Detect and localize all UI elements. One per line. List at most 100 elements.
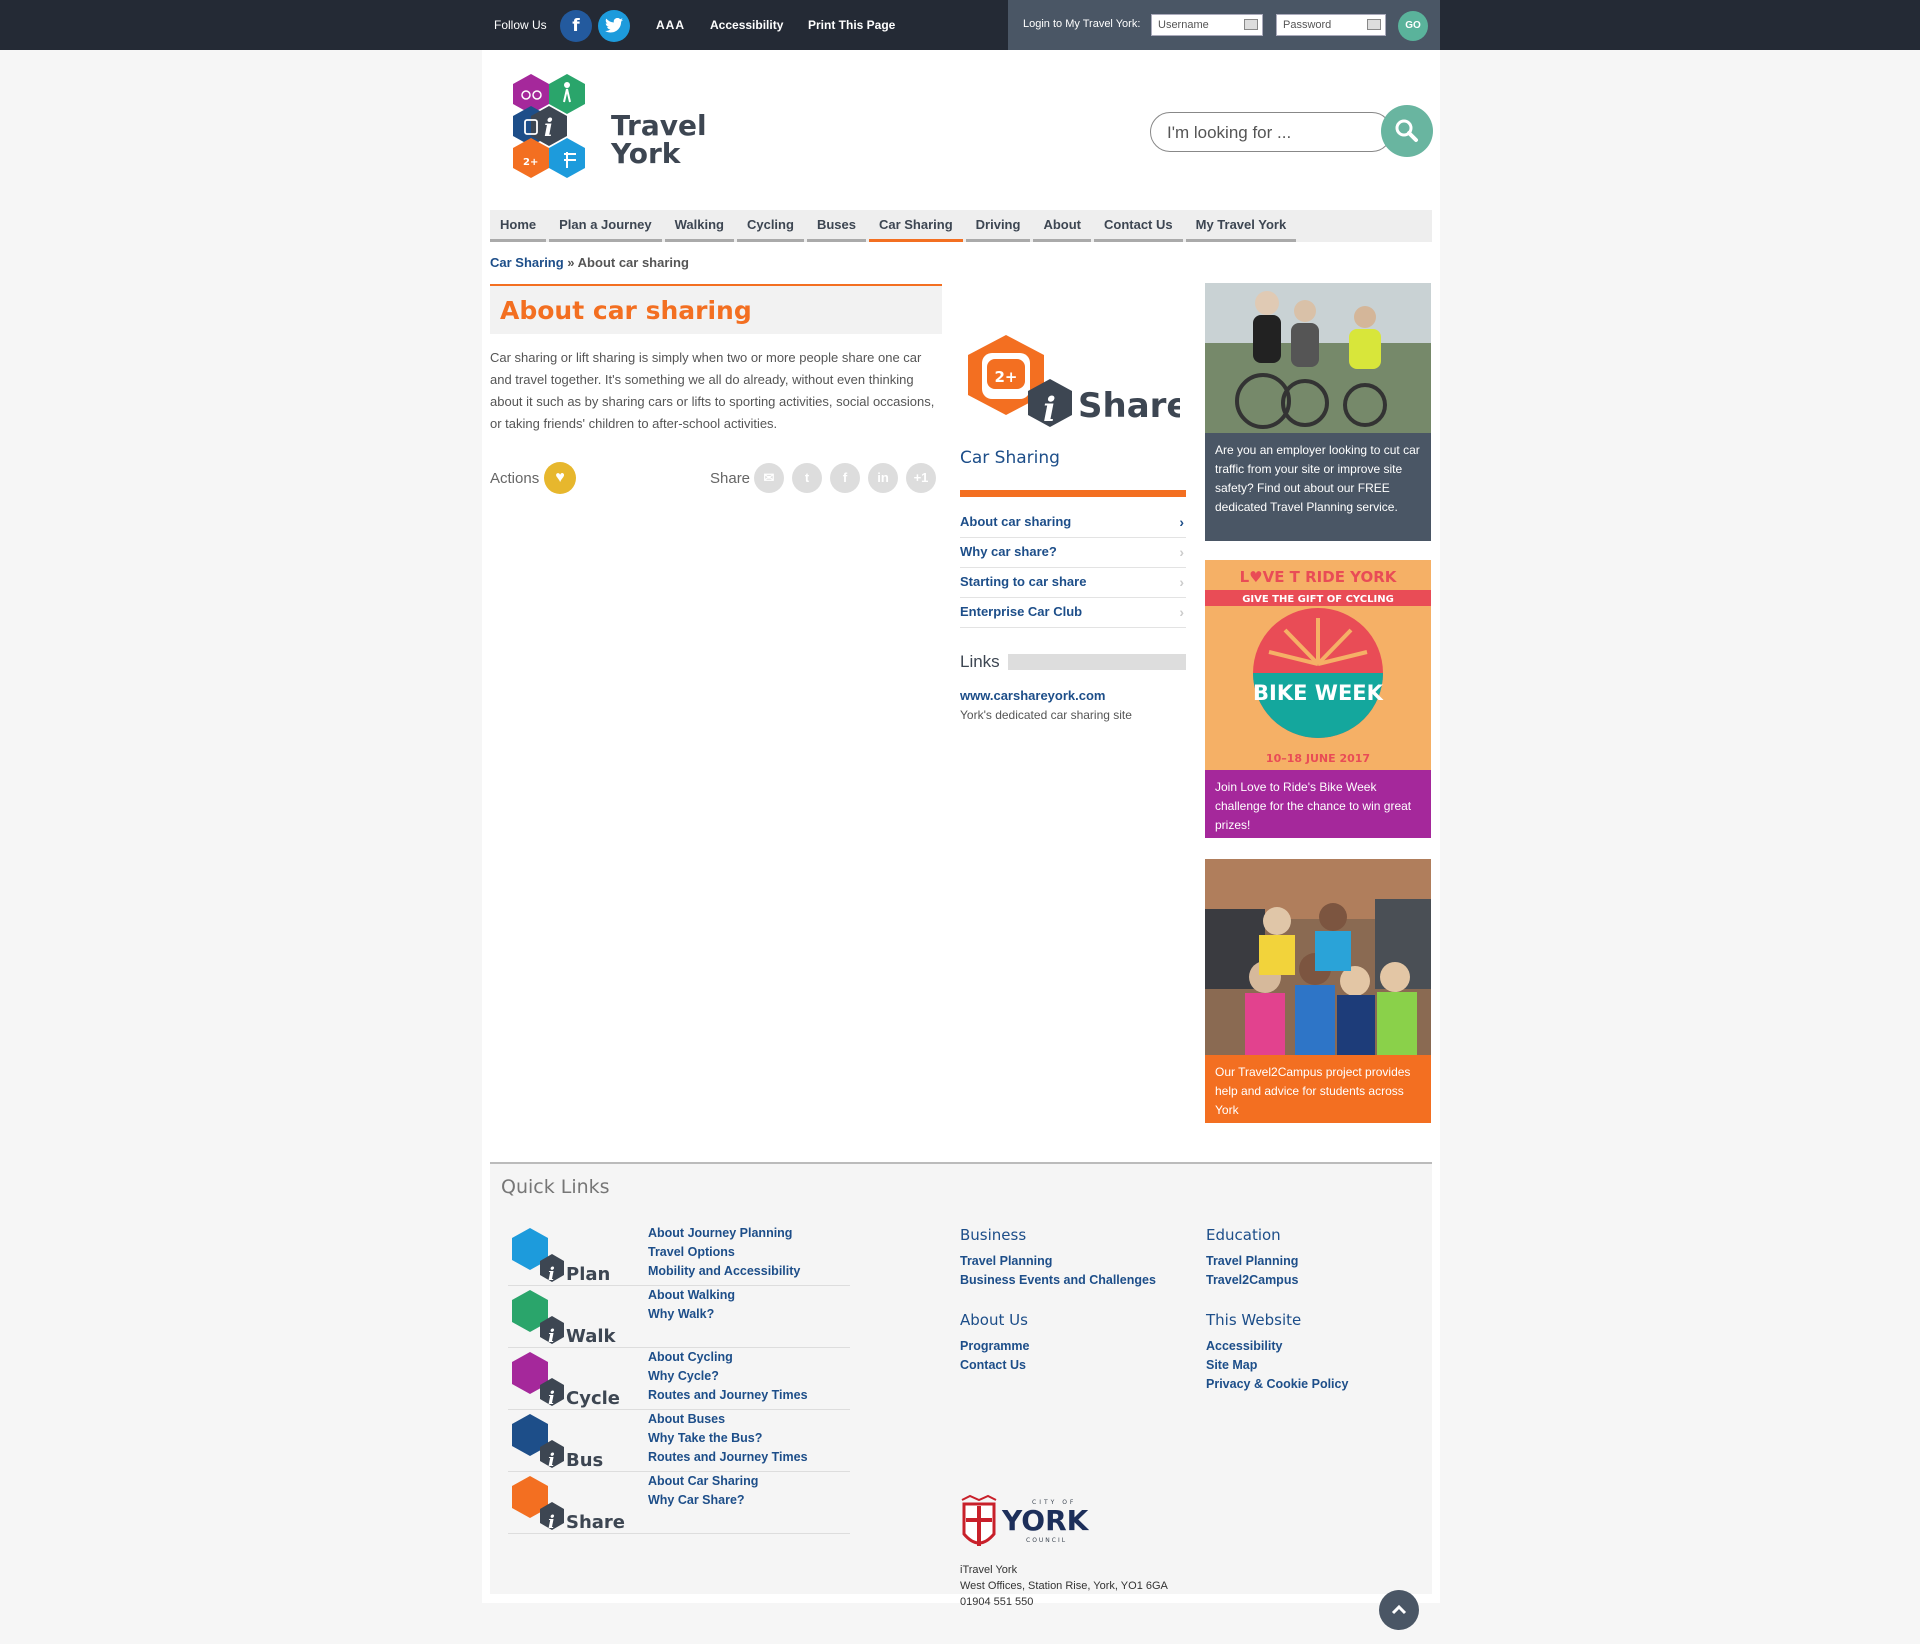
svg-text:i: i: [548, 1326, 555, 1347]
chevron-right-icon: ›: [1179, 604, 1184, 620]
footer-link[interactable]: Travel Planning: [1206, 1252, 1298, 1271]
svg-text:i: i: [548, 1264, 555, 1285]
education-links: Travel Planning Travel2Campus: [1206, 1252, 1298, 1290]
promo-bike-week[interactable]: L♥VE T RIDE YORK GIVE THE GIFT OF CYCLIN…: [1205, 560, 1431, 838]
footer-link[interactable]: Accessibility: [1206, 1337, 1348, 1356]
footer-link[interactable]: Programme: [960, 1337, 1029, 1356]
email-share-icon[interactable]: ✉: [754, 463, 784, 493]
chevron-up-icon: [1391, 1604, 1407, 1615]
quick-link[interactable]: Routes and Journey Times: [648, 1386, 808, 1405]
quick-link[interactable]: About Car Sharing: [648, 1472, 758, 1491]
nav-item-cycling[interactable]: Cycling: [736, 210, 804, 242]
quick-link[interactable]: Routes and Journey Times: [648, 1448, 808, 1467]
page-title: About car sharing: [500, 296, 752, 325]
search-icon: [1395, 119, 1418, 142]
svg-text:YORK: YORK: [1001, 1504, 1090, 1537]
business-links: Travel Planning Business Events and Chal…: [960, 1252, 1156, 1290]
hexagon-logo-icon: i 2+: [513, 74, 585, 178]
quick-link[interactable]: Mobility and Accessibility: [648, 1262, 800, 1281]
nav-item-buses[interactable]: Buses: [806, 210, 866, 242]
promo-caption: Join Love to Ride's Bike Week challenge …: [1205, 770, 1431, 838]
nav-item-car-sharing[interactable]: Car Sharing: [868, 210, 963, 242]
side-nav-item[interactable]: Why car share? ›: [960, 538, 1186, 568]
twitter-icon[interactable]: [598, 10, 630, 42]
text-size-control[interactable]: AAA: [656, 18, 685, 32]
quick-links-group-plan: i Plan About Journey Planning Travel Option…: [508, 1224, 850, 1286]
facebook-icon[interactable]: f: [560, 10, 592, 42]
footer-link[interactable]: Travel Planning: [960, 1252, 1156, 1271]
iwalk-logo-icon: i Walk: [512, 1290, 617, 1347]
share-label: Share: [710, 470, 751, 487]
nav-item-contact-us[interactable]: Contact Us: [1094, 210, 1183, 242]
quick-links-group-share: i Share About Car Sharing Why Car Share?: [508, 1472, 850, 1534]
top-bar-inner: Follow Us f AAA Accessibility Print This…: [490, 0, 1440, 50]
quick-link[interactable]: Travel Options: [648, 1243, 800, 1262]
ishare-logo: 2+ i Share: [964, 333, 1189, 436]
business-heading: Business: [960, 1226, 1027, 1244]
itravel-york-logo[interactable]: i 2+ Travel York: [506, 72, 707, 184]
nav-item-home[interactable]: Home: [490, 210, 547, 242]
quick-link[interactable]: About Journey Planning: [648, 1224, 800, 1243]
svg-text:i: i: [548, 1388, 555, 1409]
nav-item-about[interactable]: About: [1033, 210, 1091, 242]
accessibility-link[interactable]: Accessibility: [710, 18, 783, 32]
nav-item-plan-a-journey[interactable]: Plan a Journey: [549, 210, 662, 242]
side-nav-item[interactable]: Starting to car share ›: [960, 568, 1186, 598]
quick-link[interactable]: Why Walk?: [648, 1305, 735, 1324]
svg-text:i: i: [548, 1450, 555, 1471]
ishare-logo-icon: 2+ i Share: [968, 335, 1189, 430]
quick-link[interactable]: Why Take the Bus?: [648, 1429, 808, 1448]
login-go-button[interactable]: GO: [1398, 11, 1428, 41]
quick-link[interactable]: About Walking: [648, 1286, 735, 1305]
promo-travel-planning[interactable]: Are you an employer looking to cut car t…: [1205, 283, 1431, 541]
print-page-link[interactable]: Print This Page: [808, 18, 895, 32]
carshare-york-link[interactable]: www.carshareyork.com: [960, 688, 1105, 703]
city-of-york-council-logo[interactable]: CITY OF YORK COUNCIL: [960, 1494, 1100, 1561]
google-plus-share-icon[interactable]: +1: [906, 463, 936, 493]
footer-link[interactable]: Privacy & Cookie Policy: [1206, 1375, 1348, 1394]
this-website-heading: This Website: [1206, 1311, 1302, 1329]
footer-link[interactable]: Contact Us: [960, 1356, 1029, 1375]
search-input[interactable]: I'm looking for ...: [1150, 112, 1392, 152]
footer-link[interactable]: Business Events and Challenges: [960, 1271, 1156, 1290]
links-divider: [1008, 654, 1186, 670]
top-bar: Follow Us f AAA Accessibility Print This…: [0, 0, 1920, 50]
chevron-right-icon: ›: [1179, 544, 1184, 560]
quick-link[interactable]: Why Cycle?: [648, 1367, 808, 1386]
logo-wordmark: Travel York: [611, 109, 707, 170]
facebook-share-icon[interactable]: f: [830, 463, 860, 493]
svg-text:Share: Share: [1078, 386, 1180, 426]
side-nav-list: About car sharing › Why car share? › Startin…: [960, 508, 1186, 628]
nav-item-driving[interactable]: Driving: [965, 210, 1031, 242]
main-navigation: Home Plan a Journey Walking Cycling Buses Car…: [490, 210, 1432, 242]
breadcrumb-parent-link[interactable]: Car Sharing: [490, 255, 564, 270]
login-panel: Login to My Travel York: Username Passwo…: [1008, 0, 1440, 50]
password-field[interactable]: Password: [1276, 14, 1386, 36]
back-to-top-button[interactable]: [1379, 1590, 1419, 1630]
footer: Quick Links i Plan About Journey Planning T…: [490, 1162, 1432, 1608]
links-label: Links: [960, 652, 1000, 671]
footer-link[interactable]: Travel2Campus: [1206, 1271, 1298, 1290]
promo-caption: Our Travel2Campus project provides help …: [1205, 1055, 1431, 1123]
linkedin-share-icon[interactable]: in: [868, 463, 898, 493]
side-nav-item[interactable]: Enterprise Car Club ›: [960, 598, 1186, 628]
svg-text:i: i: [1043, 390, 1056, 430]
quick-link[interactable]: About Buses: [648, 1410, 808, 1429]
promo-travel2campus[interactable]: Our Travel2Campus project provides help …: [1205, 859, 1431, 1123]
favourite-heart-icon[interactable]: ♥: [544, 462, 576, 494]
svg-text:Plan: Plan: [566, 1264, 610, 1285]
quick-link[interactable]: About Cycling: [648, 1348, 808, 1367]
twitter-share-icon[interactable]: t: [792, 463, 822, 493]
svg-text:Bus: Bus: [566, 1450, 603, 1471]
svg-text:i: i: [544, 113, 553, 142]
education-heading: Education: [1206, 1226, 1281, 1244]
quick-link[interactable]: Why Car Share?: [648, 1491, 758, 1510]
follow-us-label: Follow Us: [494, 18, 547, 32]
footer-link[interactable]: Site Map: [1206, 1356, 1348, 1375]
nav-item-walking[interactable]: Walking: [664, 210, 734, 242]
username-field[interactable]: Username: [1151, 14, 1263, 36]
search-button[interactable]: [1381, 105, 1433, 157]
nav-item-my-travel-york[interactable]: My Travel York: [1185, 210, 1297, 242]
quick-links-group-walk: i Walk About Walking Why Walk?: [508, 1286, 850, 1348]
side-nav-item[interactable]: About car sharing ›: [960, 508, 1186, 538]
